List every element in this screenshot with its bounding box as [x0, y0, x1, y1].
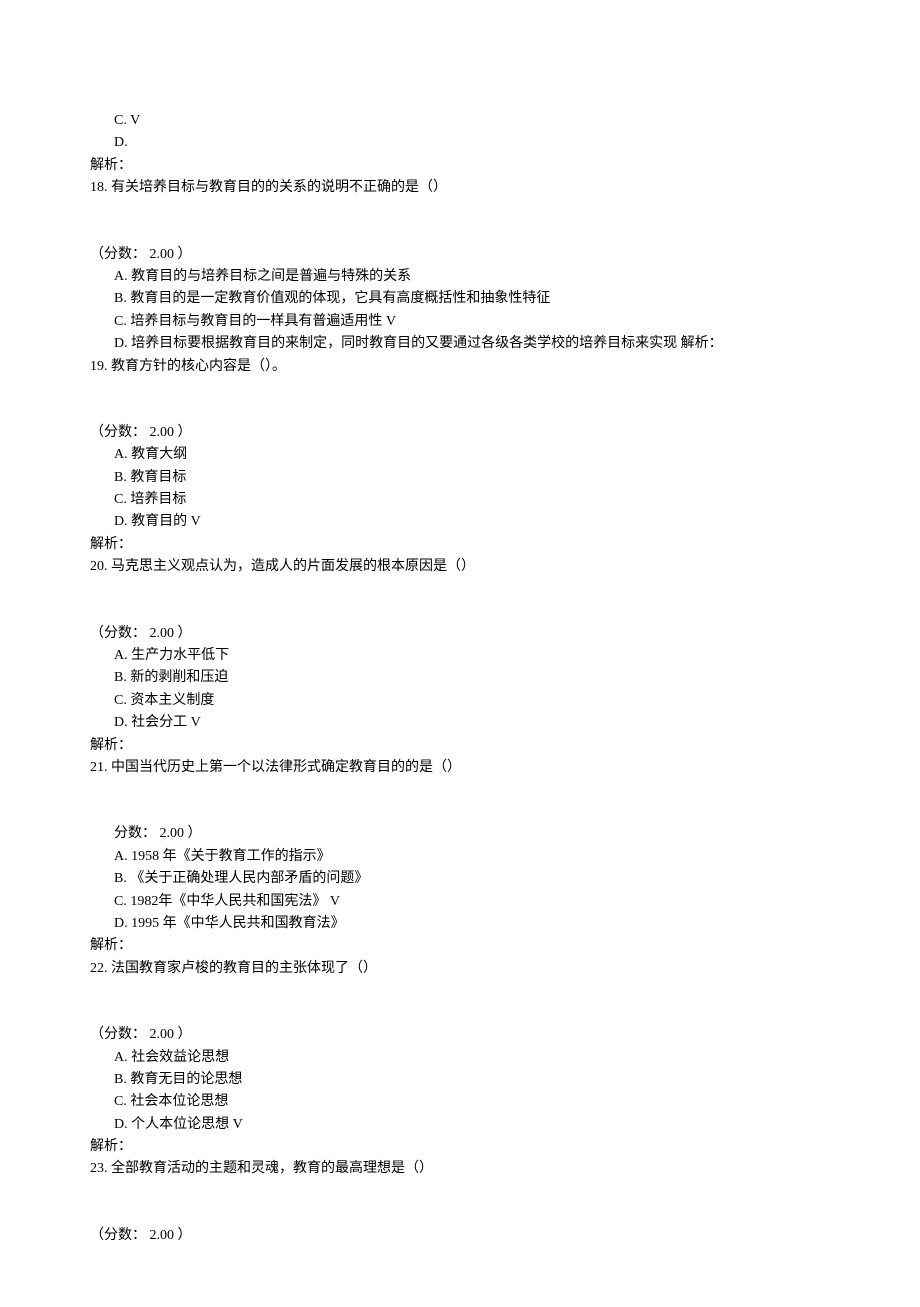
text-line: C. 培养目标与教育目的一样具有普遍适用性 V — [90, 311, 830, 333]
text-line: 解析： — [90, 534, 830, 556]
text-line: D. 个人本位论思想 V — [90, 1114, 830, 1136]
text-line: 解析： — [90, 155, 830, 177]
blank-line — [90, 1181, 830, 1225]
text-line: C. V — [90, 110, 830, 132]
blank-line — [90, 579, 830, 623]
text-line: C. 资本主义制度 — [90, 690, 830, 712]
text-line: A. 生产力水平低下 — [90, 645, 830, 667]
text-line: D. 教育目的 V — [90, 511, 830, 533]
text-line: 解析： — [90, 1136, 830, 1158]
text-line: B. 教育目标 — [90, 467, 830, 489]
text-line: 19. 教育方针的核心内容是（）。 — [90, 356, 830, 378]
text-line: D. 社会分工 V — [90, 712, 830, 734]
text-line: （分数： 2.00 ） — [90, 244, 830, 266]
text-line: D. — [90, 132, 830, 154]
text-line: A. 教育大纲 — [90, 444, 830, 466]
text-line: 解析： — [90, 735, 830, 757]
text-line: B. 教育目的是一定教育价值观的体现，它具有高度概括性和抽象性特征 — [90, 288, 830, 310]
text-line: （分数： 2.00 ） — [90, 623, 830, 645]
text-line: C. 社会本位论思想 — [90, 1091, 830, 1113]
blank-line — [90, 200, 830, 244]
blank-line — [90, 980, 830, 1024]
text-line: 22. 法国教育家卢梭的教育目的主张体现了（） — [90, 958, 830, 980]
blank-line — [90, 779, 830, 823]
text-line: B. 教育无目的论思想 — [90, 1069, 830, 1091]
text-line: 分数： 2.00 ） — [90, 823, 830, 845]
text-line: 23. 全部教育活动的主题和灵魂，教育的最高理想是（） — [90, 1158, 830, 1180]
text-line: （分数： 2.00 ） — [90, 1024, 830, 1046]
text-line: 20. 马克思主义观点认为，造成人的片面发展的根本原因是（） — [90, 556, 830, 578]
text-line: （分数： 2.00 ） — [90, 422, 830, 444]
text-line: 18. 有关培养目标与教育目的的关系的说明不正确的是（） — [90, 177, 830, 199]
text-line: A. 1958 年《关于教育工作的指示》 — [90, 846, 830, 868]
document-page: C. VD.解析：18. 有关培养目标与教育目的的关系的说明不正确的是（）（分数… — [0, 0, 920, 1307]
text-line: B. 新的剥削和压迫 — [90, 667, 830, 689]
text-line: C. 培养目标 — [90, 489, 830, 511]
text-line: （分数： 2.00 ） — [90, 1225, 830, 1247]
text-line: 解析： — [90, 935, 830, 957]
text-line: A. 教育目的与培养目标之间是普遍与特殊的关系 — [90, 266, 830, 288]
blank-line — [90, 378, 830, 422]
text-line: C. 1982年《中华人民共和国宪法》 V — [90, 891, 830, 913]
text-line: B. 《关于正确处理人民内部矛盾的问题》 — [90, 868, 830, 890]
text-line: D. 培养目标要根据教育目的来制定，同时教育目的又要通过各级各类学校的培养目标来… — [90, 333, 830, 355]
text-line: 21. 中国当代历史上第一个以法律形式确定教育目的的是（） — [90, 757, 830, 779]
text-line: D. 1995 年《中华人民共和国教育法》 — [90, 913, 830, 935]
text-line: A. 社会效益论思想 — [90, 1047, 830, 1069]
